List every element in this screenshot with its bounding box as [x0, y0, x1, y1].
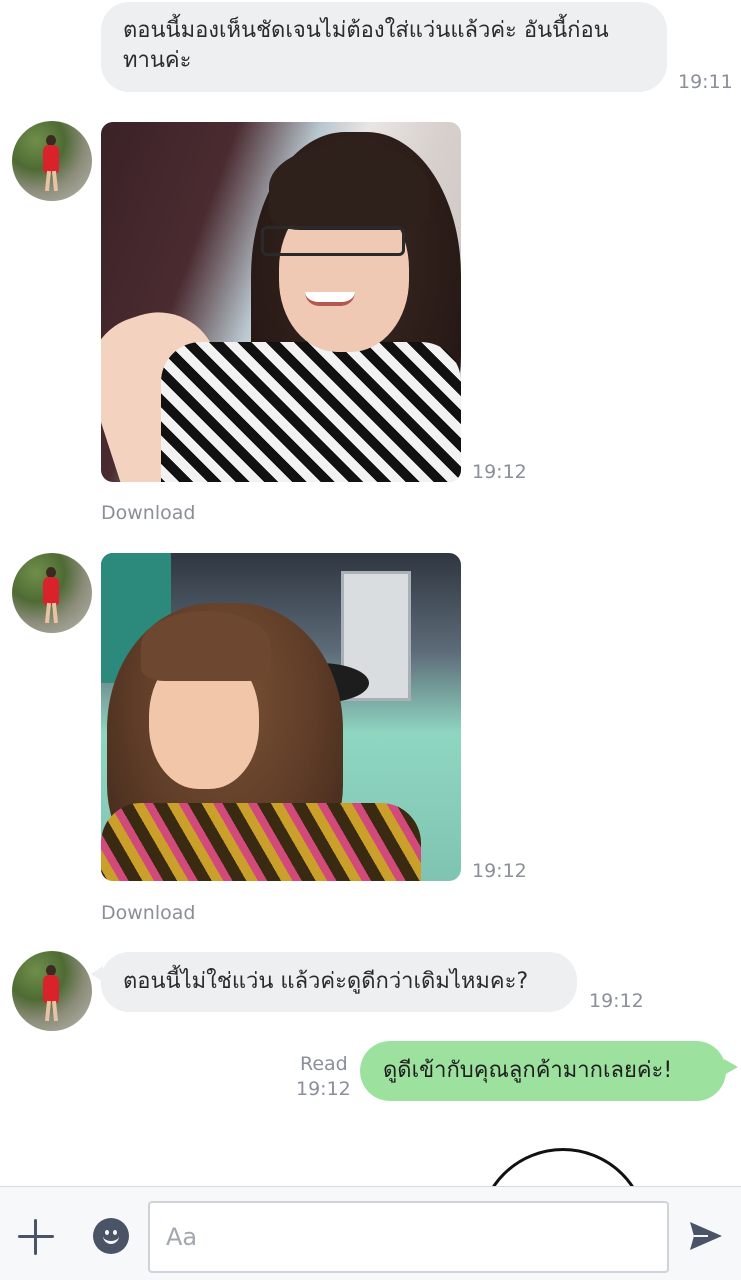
message-text: ตอนนี้มองเห็นชัดเจนไม่ต้องใส่แว่นแล้วค่ะ…: [123, 18, 609, 73]
message-timestamp: 19:12: [589, 990, 644, 1012]
photo-timestamp: 19:12: [472, 860, 527, 882]
message-timestamp: 19:12: [296, 1078, 351, 1100]
sender-avatar[interactable]: [12, 553, 92, 633]
download-link[interactable]: Download: [101, 902, 195, 924]
download-link[interactable]: Download: [101, 502, 195, 524]
outgoing-message-bubble[interactable]: ดูดีเข้ากับคุณลูกค้ามากเลยค่ะ!: [360, 1041, 738, 1101]
photo-message-1[interactable]: [101, 122, 461, 482]
message-text: ดูดีเข้ากับคุณลูกค้ามากเลยค่ะ!: [383, 1058, 673, 1083]
incoming-message-bubble[interactable]: ตอนนี้มองเห็นชัดเจนไม่ต้องใส่แว่นแล้วค่ะ…: [101, 2, 667, 92]
photo-message-2[interactable]: [101, 553, 461, 881]
emoji-icon[interactable]: [93, 1218, 129, 1254]
plus-icon[interactable]: [16, 1217, 56, 1257]
next-item-circle: [478, 1148, 648, 1186]
message-input[interactable]: Aa: [148, 1201, 669, 1273]
sender-avatar[interactable]: [12, 121, 92, 201]
photo-timestamp: 19:12: [472, 461, 527, 483]
read-receipt: Read: [300, 1053, 348, 1075]
message-text: ตอนนี้ไม่ใช่แว่น แล้วค่ะดูดีกว่าเดิมไหมค…: [123, 969, 529, 994]
incoming-message-bubble[interactable]: ตอนนี้ไม่ใช่แว่น แล้วค่ะดูดีกว่าเดิมไหมค…: [91, 952, 577, 1012]
send-icon[interactable]: [688, 1218, 724, 1254]
chat-area[interactable]: ตอนนี้มองเห็นชัดเจนไม่ต้องใส่แว่นแล้วค่ะ…: [0, 0, 741, 1186]
sender-avatar[interactable]: [12, 951, 92, 1031]
message-input-bar: Aa: [0, 1186, 741, 1280]
message-timestamp: 19:11: [678, 71, 733, 93]
